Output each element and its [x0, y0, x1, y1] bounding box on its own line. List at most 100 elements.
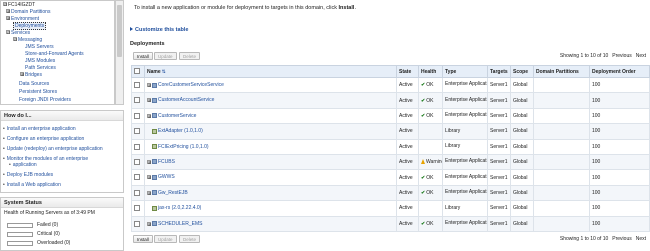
column-header-state[interactable]: State [396, 65, 419, 78]
row-select-cell[interactable] [131, 138, 145, 155]
next-link[interactable]: Next [636, 53, 646, 59]
collapse-icon[interactable]: ⊟ [6, 30, 10, 35]
targets-cell: Server1 [487, 153, 511, 171]
previous-link-bottom[interactable]: Previous [612, 236, 631, 242]
delete-button[interactable]: Delete [179, 52, 201, 60]
row-checkbox[interactable] [134, 205, 140, 212]
column-header-targets[interactable]: Targets [487, 65, 511, 78]
howdo-link-update-enterprise[interactable]: Update (redeploy) an enterprise applicat… [3, 146, 103, 152]
howdo-link-install-enterprise[interactable]: Install an enterprise application [3, 126, 76, 132]
state-cell: Active [396, 92, 419, 109]
tree-item-domain-partitions[interactable]: ⊞Domain Partitions [6, 9, 50, 15]
tree-item-path-services[interactable]: Path Services [25, 65, 56, 71]
expand-icon[interactable]: ⊞ [147, 221, 151, 226]
tree-item-data-sources[interactable]: Data Sources [19, 81, 49, 87]
row-select-cell[interactable] [131, 200, 145, 217]
column-header-scope[interactable]: Scope [510, 65, 534, 78]
install-button-bottom[interactable]: Install [133, 235, 153, 243]
expand-icon[interactable]: ⊞ [147, 98, 151, 103]
health-cell: ✔OK [418, 107, 443, 125]
row-checkbox[interactable] [134, 189, 140, 196]
row-select-cell[interactable] [131, 107, 145, 125]
tree-item-bridges[interactable]: ⊞Bridges [20, 72, 42, 78]
row-select-cell[interactable] [131, 92, 145, 109]
application-icon [152, 82, 157, 88]
type-cell: Enterprise Application [442, 215, 488, 232]
row-checkbox[interactable] [134, 220, 140, 227]
deployment-name-link[interactable]: FCIExtPricing (1.0,1.0) [158, 144, 209, 150]
customize-table-link[interactable]: Customize this table [130, 27, 188, 33]
deployment-name-link[interactable]: FCUBS [158, 159, 175, 165]
row-checkbox[interactable] [134, 82, 140, 89]
howdo-link-install-web[interactable]: Install a Web application [3, 182, 61, 188]
howdo-link-monitor-modules-cont[interactable]: application [9, 162, 37, 168]
update-button[interactable]: Update [154, 52, 177, 60]
row-checkbox[interactable] [134, 112, 140, 119]
expand-icon[interactable]: ⊞ [147, 83, 151, 88]
tree-item-deployments[interactable]: Deployments [13, 22, 47, 30]
deployment-name-link[interactable]: CoreCustomerServiceService [158, 82, 224, 88]
expand-icon[interactable]: ⊞ [6, 9, 10, 14]
select-all-header[interactable] [131, 65, 145, 78]
row-select-cell[interactable] [131, 184, 145, 202]
install-button[interactable]: Install [133, 52, 153, 60]
row-checkbox[interactable] [134, 97, 140, 104]
sort-icon[interactable]: ⇅ [162, 69, 166, 75]
column-header-name[interactable]: Name⇅ [144, 65, 397, 78]
tree-item-persistent-stores[interactable]: Persistent Stores [19, 89, 57, 95]
column-header-partitions[interactable]: Domain Partitions [533, 65, 590, 78]
update-button-bottom[interactable]: Update [154, 235, 177, 243]
column-header-type[interactable]: Type [442, 65, 488, 78]
tree-scrollbar[interactable] [115, 0, 124, 105]
collapse-icon[interactable]: ⊟ [13, 37, 17, 42]
health-cell: ✔OK [418, 184, 443, 202]
row-checkbox[interactable] [134, 158, 140, 165]
partitions-cell [533, 76, 590, 94]
scrollbar-thumb[interactable] [117, 5, 122, 57]
deployment-name-link[interactable]: ExtAdapter (1.0,1.0) [158, 128, 203, 134]
partitions-cell [533, 123, 590, 140]
expand-icon[interactable]: ⊞ [20, 72, 24, 77]
deployment-name-link[interactable]: Gw_RestEJB [158, 190, 188, 196]
name-cell: ⊞ CoreCustomerServiceService [144, 76, 397, 94]
ok-check-icon: ✔ [421, 189, 426, 196]
deployments-title: Deployments [130, 41, 165, 47]
pagination-top: Showing 1 to 10 of 10 Previous Next [559, 53, 646, 59]
next-link-bottom[interactable]: Next [636, 236, 646, 242]
delete-button-bottom[interactable]: Delete [179, 235, 201, 243]
howdo-link-deploy-ejb[interactable]: Deploy EJB modules [3, 172, 53, 178]
tree-item-domain[interactable]: ⊟FC14IGZDT [3, 2, 35, 8]
tree-item-foreign-jndi[interactable]: Foreign JNDI Providers [19, 97, 71, 103]
row-select-cell[interactable] [131, 76, 145, 94]
expand-icon[interactable]: ⊞ [147, 175, 151, 180]
tree-item-jms-servers[interactable]: JMS Servers [25, 44, 54, 50]
tree-item-messaging[interactable]: ⊟Messaging [13, 37, 42, 43]
row-select-cell[interactable] [131, 169, 145, 186]
row-checkbox[interactable] [134, 143, 140, 150]
row-select-cell[interactable] [131, 123, 145, 140]
expand-icon[interactable]: ⊞ [6, 16, 10, 21]
select-all-checkbox[interactable] [134, 68, 140, 75]
tree-item-services[interactable]: ⊟Services [6, 30, 30, 36]
row-select-cell[interactable] [131, 153, 145, 171]
tree-item-jms-modules[interactable]: JMS Modules [25, 58, 55, 64]
previous-link[interactable]: Previous [612, 53, 631, 59]
scope-cell: Global [510, 107, 534, 125]
row-checkbox[interactable] [134, 128, 140, 135]
expand-icon[interactable]: ⊞ [147, 113, 151, 118]
row-checkbox[interactable] [134, 174, 140, 181]
row-select-cell[interactable] [131, 215, 145, 232]
deployment-name-link[interactable]: CustomerService [158, 113, 196, 119]
name-cell: ⊞ CustomerAccountService [144, 92, 397, 109]
tree-item-saf-agents[interactable]: Store-and-Forward Agents [25, 51, 84, 57]
howdo-link-configure-enterprise[interactable]: Configure an enterprise application [3, 136, 85, 142]
deployment-name-link[interactable]: SCHEDULER_EMS [158, 221, 202, 227]
deployment-name-link[interactable]: GWWS [158, 174, 175, 180]
collapse-icon[interactable]: ⊟ [3, 2, 7, 7]
expand-icon[interactable]: ⊞ [147, 190, 151, 195]
deployment-name-link[interactable]: jax-rs (2.0,2.22.4.0) [158, 205, 201, 211]
expand-icon[interactable]: ⊞ [147, 159, 151, 164]
column-header-order[interactable]: Deployment Order [589, 65, 650, 78]
deployment-name-link[interactable]: CustomerAccountService [158, 97, 214, 103]
column-header-health[interactable]: Health [418, 65, 443, 78]
